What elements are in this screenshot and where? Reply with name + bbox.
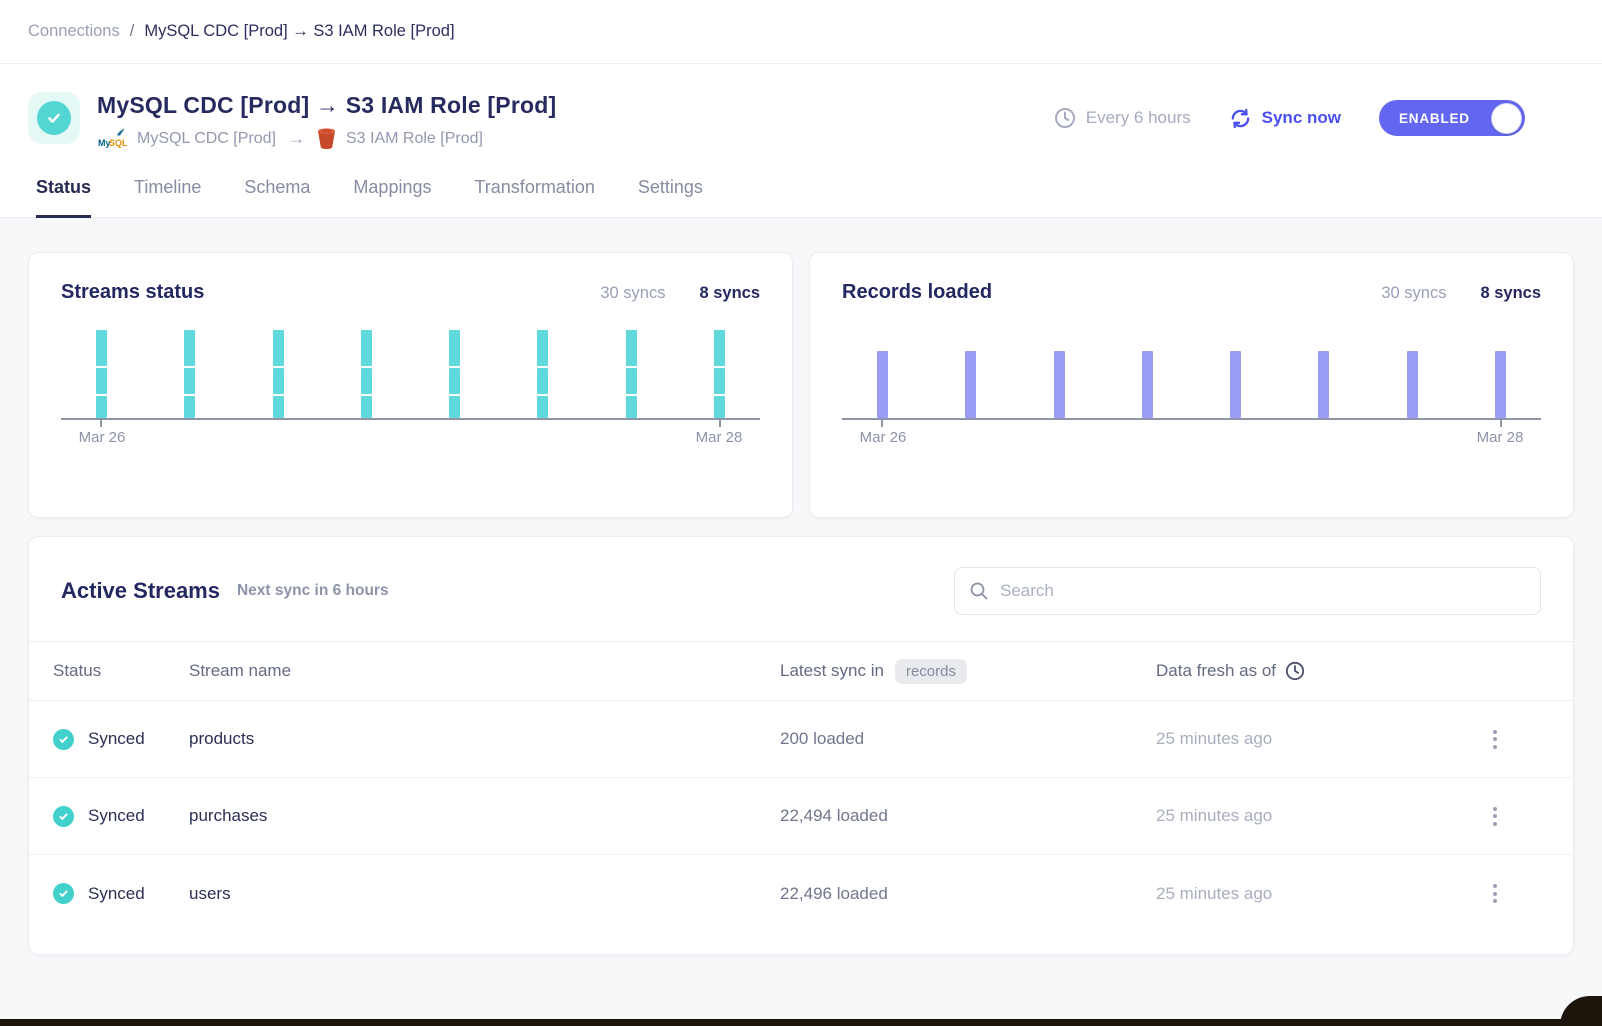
row-status: Synced bbox=[88, 884, 145, 904]
arrow-icon: → bbox=[286, 129, 307, 149]
streams-status-range[interactable]: 30 syncs bbox=[600, 284, 665, 303]
chart-bar bbox=[96, 330, 107, 418]
tab-mappings[interactable]: Mappings bbox=[353, 177, 431, 218]
records-loaded-selected[interactable]: 8 syncs bbox=[1480, 284, 1541, 303]
data-fresh: 25 minutes ago bbox=[1156, 884, 1451, 904]
check-circle-icon bbox=[37, 101, 71, 135]
mysql-logo-icon: My SQL bbox=[97, 128, 127, 149]
chart-bar bbox=[1142, 351, 1153, 418]
x-axis-end-label: Mar 28 bbox=[692, 429, 746, 446]
streams-table-header: Status Stream name Latest sync in record… bbox=[29, 641, 1573, 701]
records-loaded-chart: Mar 26 Mar 28 bbox=[842, 328, 1541, 446]
stream-name: users bbox=[189, 884, 780, 904]
chart-bar bbox=[626, 330, 637, 418]
chart-bar bbox=[537, 330, 548, 418]
synced-check-icon bbox=[53, 729, 74, 750]
streams-status-selected[interactable]: 8 syncs bbox=[699, 284, 760, 303]
active-streams-title: Active Streams bbox=[61, 578, 220, 604]
chart-bar bbox=[1230, 351, 1241, 418]
records-loaded-range[interactable]: 30 syncs bbox=[1381, 284, 1446, 303]
stream-name: products bbox=[189, 729, 780, 749]
enabled-toggle-label: ENABLED bbox=[1399, 111, 1470, 126]
clock-icon bbox=[1054, 107, 1076, 129]
data-fresh: 25 minutes ago bbox=[1156, 806, 1451, 826]
records-loaded: 200 loaded bbox=[780, 729, 1156, 749]
records-badge[interactable]: records bbox=[895, 659, 967, 684]
table-row-products[interactable]: Synced products 200 loaded 25 minutes ag… bbox=[29, 701, 1573, 778]
clock-icon bbox=[1285, 661, 1305, 681]
screen-bottom-corner bbox=[1560, 996, 1602, 1026]
row-menu-button[interactable] bbox=[1485, 803, 1505, 830]
tab-timeline[interactable]: Timeline bbox=[134, 177, 201, 218]
chart-bar bbox=[965, 351, 976, 418]
records-loaded: 22,494 loaded bbox=[780, 806, 1156, 826]
toggle-knob bbox=[1491, 103, 1522, 134]
screen-bottom-edge bbox=[0, 1019, 1602, 1026]
records-loaded-card: Records loaded 30 syncs 8 syncs Mar 26 M… bbox=[809, 252, 1574, 518]
col-data-fresh: Data fresh as of bbox=[1156, 661, 1276, 681]
synced-check-icon bbox=[53, 883, 74, 904]
sync-now-label: Sync now bbox=[1262, 108, 1341, 128]
col-latest-sync: Latest sync in bbox=[780, 661, 884, 681]
refresh-icon bbox=[1229, 107, 1252, 130]
active-streams-card: Active Streams Next sync in 6 hours Stat… bbox=[28, 536, 1574, 955]
streams-status-card: Streams status 30 syncs 8 syncs Mar 26 M… bbox=[28, 252, 793, 518]
synced-check-icon bbox=[53, 806, 74, 827]
x-axis bbox=[61, 418, 760, 420]
x-axis-start-label: Mar 26 bbox=[856, 429, 910, 446]
tab-transformation[interactable]: Transformation bbox=[474, 177, 594, 218]
next-sync-label: Next sync in 6 hours bbox=[237, 582, 389, 600]
col-status: Status bbox=[53, 661, 189, 681]
row-menu-button[interactable] bbox=[1485, 726, 1505, 753]
streams-status-chart: Mar 26 Mar 28 bbox=[61, 328, 760, 446]
table-row-users[interactable]: Synced users 22,496 loaded 25 minutes ag… bbox=[29, 855, 1573, 932]
chart-bar bbox=[1054, 351, 1065, 418]
breadcrumb: Connections / MySQL CDC [Prod] → S3 IAM … bbox=[0, 0, 1602, 64]
tab-settings[interactable]: Settings bbox=[638, 177, 703, 218]
records-loaded: 22,496 loaded bbox=[780, 884, 1156, 904]
schedule-label: Every 6 hours bbox=[1086, 108, 1191, 128]
source-name: MySQL CDC [Prod] bbox=[137, 130, 276, 148]
connection-subtitle: My SQL MySQL CDC [Prod] → S3 IAM Role [P… bbox=[97, 128, 556, 149]
stream-name: purchases bbox=[189, 806, 780, 826]
destination-name: S3 IAM Role [Prod] bbox=[346, 130, 483, 148]
search-input[interactable] bbox=[1000, 581, 1526, 601]
connection-header: MySQL CDC [Prod] → S3 IAM Role [Prod] My… bbox=[0, 64, 1602, 218]
chart-bar bbox=[273, 330, 284, 418]
chart-bar bbox=[1407, 351, 1418, 418]
breadcrumb-separator: / bbox=[130, 22, 135, 41]
breadcrumb-current: MySQL CDC [Prod] → S3 IAM Role [Prod] bbox=[144, 22, 454, 41]
row-menu-button[interactable] bbox=[1485, 880, 1505, 907]
chart-bar bbox=[1318, 351, 1329, 418]
tab-status[interactable]: Status bbox=[36, 177, 91, 218]
chart-bar bbox=[184, 330, 195, 418]
svg-text:SQL: SQL bbox=[109, 138, 127, 148]
data-fresh: 25 minutes ago bbox=[1156, 729, 1451, 749]
chart-bar bbox=[877, 351, 888, 418]
sync-now-button[interactable]: Sync now bbox=[1229, 107, 1341, 130]
enabled-toggle[interactable]: ENABLED bbox=[1379, 100, 1525, 136]
records-loaded-title: Records loaded bbox=[842, 281, 992, 304]
page-title: MySQL CDC [Prod] → S3 IAM Role [Prod] bbox=[97, 92, 556, 119]
x-axis bbox=[842, 418, 1541, 420]
connection-tabs: Status Timeline Schema Mappings Transfor… bbox=[0, 177, 1602, 217]
s3-bucket-icon bbox=[317, 128, 336, 149]
chart-bar bbox=[1495, 351, 1506, 418]
streams-status-title: Streams status bbox=[61, 281, 204, 304]
chart-bar bbox=[714, 330, 725, 418]
connection-status-icon bbox=[28, 92, 80, 144]
chart-bar bbox=[361, 330, 372, 418]
x-axis-start-label: Mar 26 bbox=[75, 429, 129, 446]
search-icon bbox=[969, 581, 989, 601]
tab-schema[interactable]: Schema bbox=[244, 177, 310, 218]
breadcrumb-connections-link[interactable]: Connections bbox=[28, 22, 120, 41]
stream-search[interactable] bbox=[954, 567, 1541, 615]
sync-schedule: Every 6 hours bbox=[1054, 107, 1191, 129]
row-status: Synced bbox=[88, 806, 145, 826]
table-row-purchases[interactable]: Synced purchases 22,494 loaded 25 minute… bbox=[29, 778, 1573, 855]
x-axis-end-label: Mar 28 bbox=[1473, 429, 1527, 446]
row-status: Synced bbox=[88, 729, 145, 749]
col-stream-name: Stream name bbox=[189, 661, 780, 681]
chart-bar bbox=[449, 330, 460, 418]
